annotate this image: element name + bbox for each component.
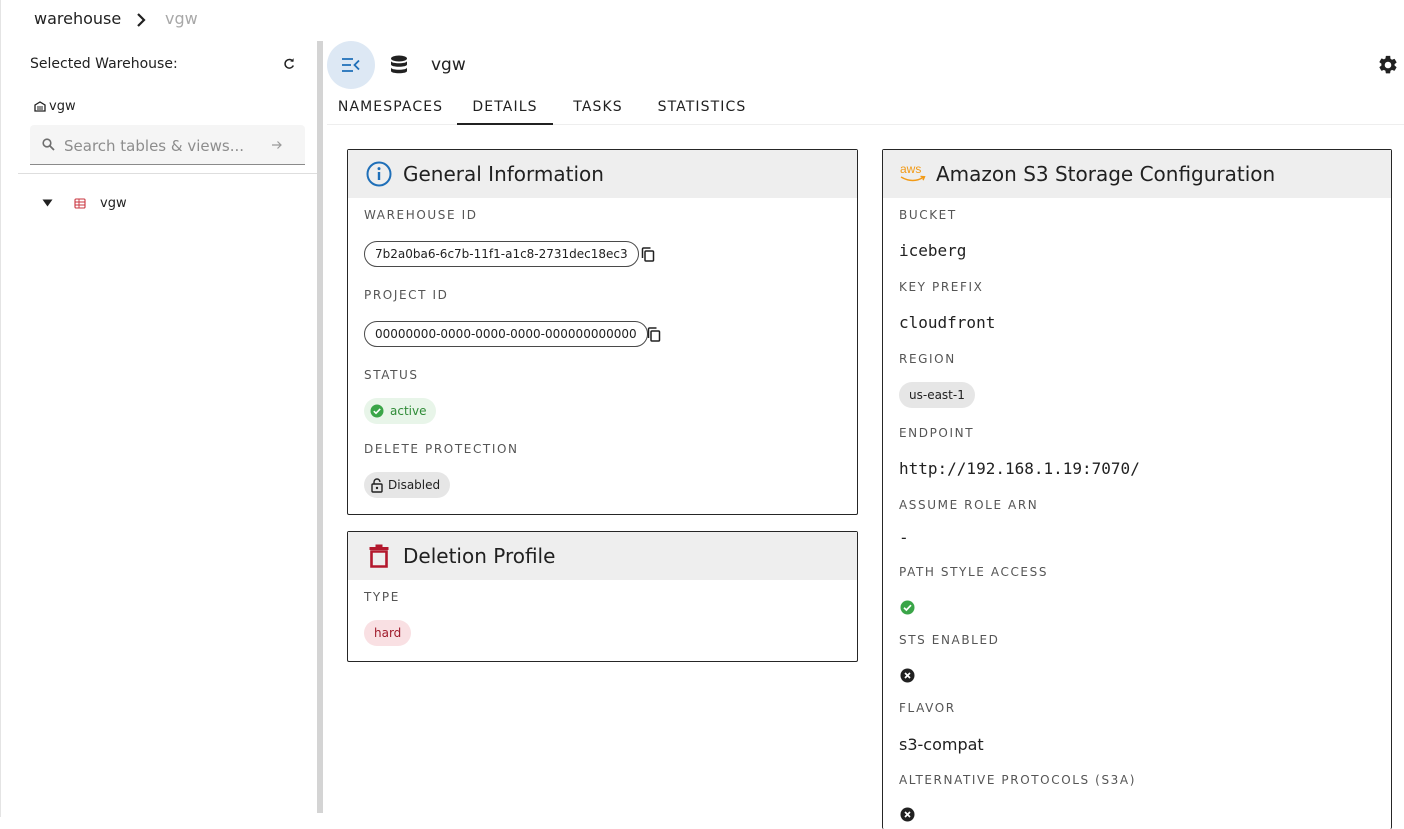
check-circle-icon [900, 600, 915, 615]
caret-down-icon[interactable] [42, 199, 53, 207]
copy-icon[interactable] [647, 327, 661, 342]
deletion-type-label: TYPE [364, 590, 400, 604]
warehouse-icon [34, 101, 46, 112]
arrow-right-icon[interactable] [271, 139, 283, 151]
current-warehouse-name: vgw [49, 99, 76, 114]
aws-icon: aws [900, 162, 926, 186]
bucket-label: BUCKET [899, 208, 957, 222]
search-input[interactable] [64, 133, 264, 159]
tab-namespaces[interactable]: NAMESPACES [333, 89, 448, 125]
card-header: General Information [348, 150, 857, 198]
search-icon [42, 138, 55, 151]
breadcrumb-current: vgw [165, 9, 198, 28]
selected-warehouse-label: Selected Warehouse: [30, 56, 178, 72]
tree-item-label[interactable]: vgw [100, 196, 127, 211]
tab-bar: NAMESPACES DETAILS TASKS STATISTICS [327, 89, 1404, 125]
storage-configuration-card: aws Amazon S3 Storage Configuration BUCK… [882, 149, 1392, 829]
collapse-sidebar-button[interactable] [327, 41, 375, 89]
endpoint-label: ENDPOINT [899, 426, 975, 440]
delete-protection-label: DELETE PROTECTION [364, 442, 519, 456]
assume-role-label: ASSUME ROLE ARN [899, 498, 1039, 512]
card-header: aws Amazon S3 Storage Configuration [883, 150, 1391, 198]
flavor-value: s3-compat [899, 735, 984, 754]
chevron-right-icon [137, 13, 146, 27]
alt-protocols-label: ALTERNATIVE PROTOCOLS (S3A) [899, 773, 1136, 787]
lock-open-icon [371, 477, 383, 493]
warehouse-id-label: WAREHOUSE ID [364, 208, 478, 222]
warehouse-id-value: 7b2a0ba6-6c7b-11f1-a1c8-2731dec18ec3 [364, 241, 639, 267]
refresh-icon[interactable] [282, 57, 296, 71]
status-label: STATUS [364, 368, 419, 382]
deletion-type-badge: hard [364, 620, 412, 646]
key-prefix-value: cloudfront [899, 313, 996, 332]
flavor-label: FLAVOR [899, 701, 956, 715]
tab-details[interactable]: DETAILS [457, 89, 553, 125]
key-prefix-label: KEY PREFIX [899, 280, 984, 294]
copy-icon[interactable] [641, 247, 655, 262]
tab-statistics[interactable]: STATISTICS [647, 89, 757, 125]
endpoint-value: http://192.168.1.19:7070/ [899, 459, 1140, 478]
page-title: vgw [431, 55, 466, 75]
status-badge: active [364, 398, 437, 424]
general-information-card: General Information WAREHOUSE ID 7b2a0ba… [347, 149, 858, 515]
project-id-value: 00000000-0000-0000-0000-000000000000 [364, 321, 648, 347]
delete-protection-badge: Disabled [364, 472, 451, 498]
assume-role-value: - [899, 528, 909, 547]
sts-enabled-label: STS ENABLED [899, 633, 1000, 647]
close-circle-icon [900, 807, 915, 822]
card-title: General Information [403, 162, 604, 186]
deletion-profile-card: Deletion Profile TYPE hard [347, 531, 858, 662]
region-badge: us-east-1 [899, 382, 975, 408]
status-text: active [390, 404, 427, 418]
gear-icon[interactable] [1377, 54, 1399, 76]
card-title: Deletion Profile [403, 544, 556, 568]
current-warehouse: vgw [34, 99, 76, 114]
panel-resize-handle[interactable] [317, 41, 323, 813]
delete-protection-text: Disabled [388, 478, 441, 492]
bucket-value: iceberg [899, 241, 967, 260]
card-header: Deletion Profile [348, 532, 857, 580]
path-style-label: PATH STYLE ACCESS [899, 565, 1049, 579]
project-id-label: PROJECT ID [364, 288, 449, 302]
check-circle-icon [370, 404, 384, 418]
sidebar-divider [18, 173, 317, 174]
info-icon [366, 161, 392, 187]
region-label: REGION [899, 352, 956, 366]
trash-icon [369, 544, 389, 568]
breadcrumb-warehouse[interactable]: warehouse [34, 9, 121, 28]
database-icon [391, 55, 407, 74]
table-icon [74, 198, 86, 209]
tab-tasks[interactable]: TASKS [563, 89, 633, 125]
collapse-sidebar-icon [342, 58, 360, 72]
close-circle-icon [900, 668, 915, 683]
card-title: Amazon S3 Storage Configuration [936, 162, 1276, 186]
